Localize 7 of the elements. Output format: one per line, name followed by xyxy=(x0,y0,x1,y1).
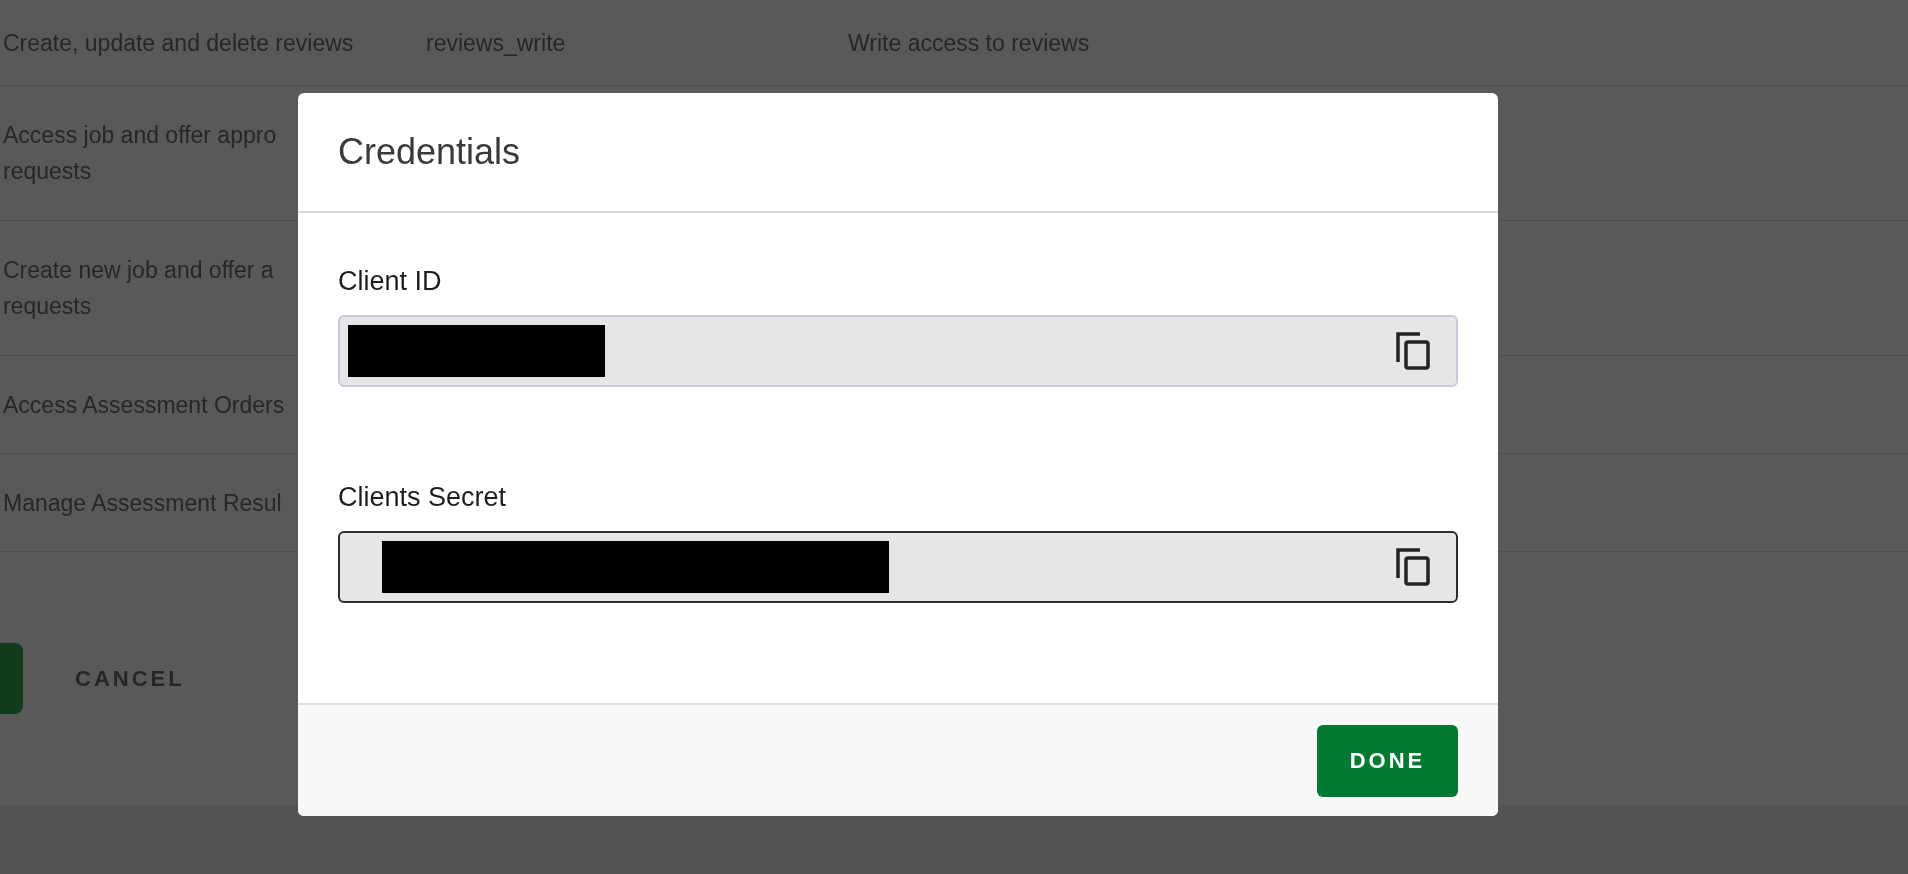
field-label: Clients Secret xyxy=(338,481,508,514)
copy-icon[interactable] xyxy=(1396,548,1430,586)
copy-icon[interactable] xyxy=(1396,332,1430,370)
field-label: Client ID xyxy=(338,265,443,298)
done-button[interactable]: DONE xyxy=(1317,724,1458,797)
input-field[interactable] xyxy=(338,531,1458,603)
dialog-title: Credentials xyxy=(338,130,521,174)
